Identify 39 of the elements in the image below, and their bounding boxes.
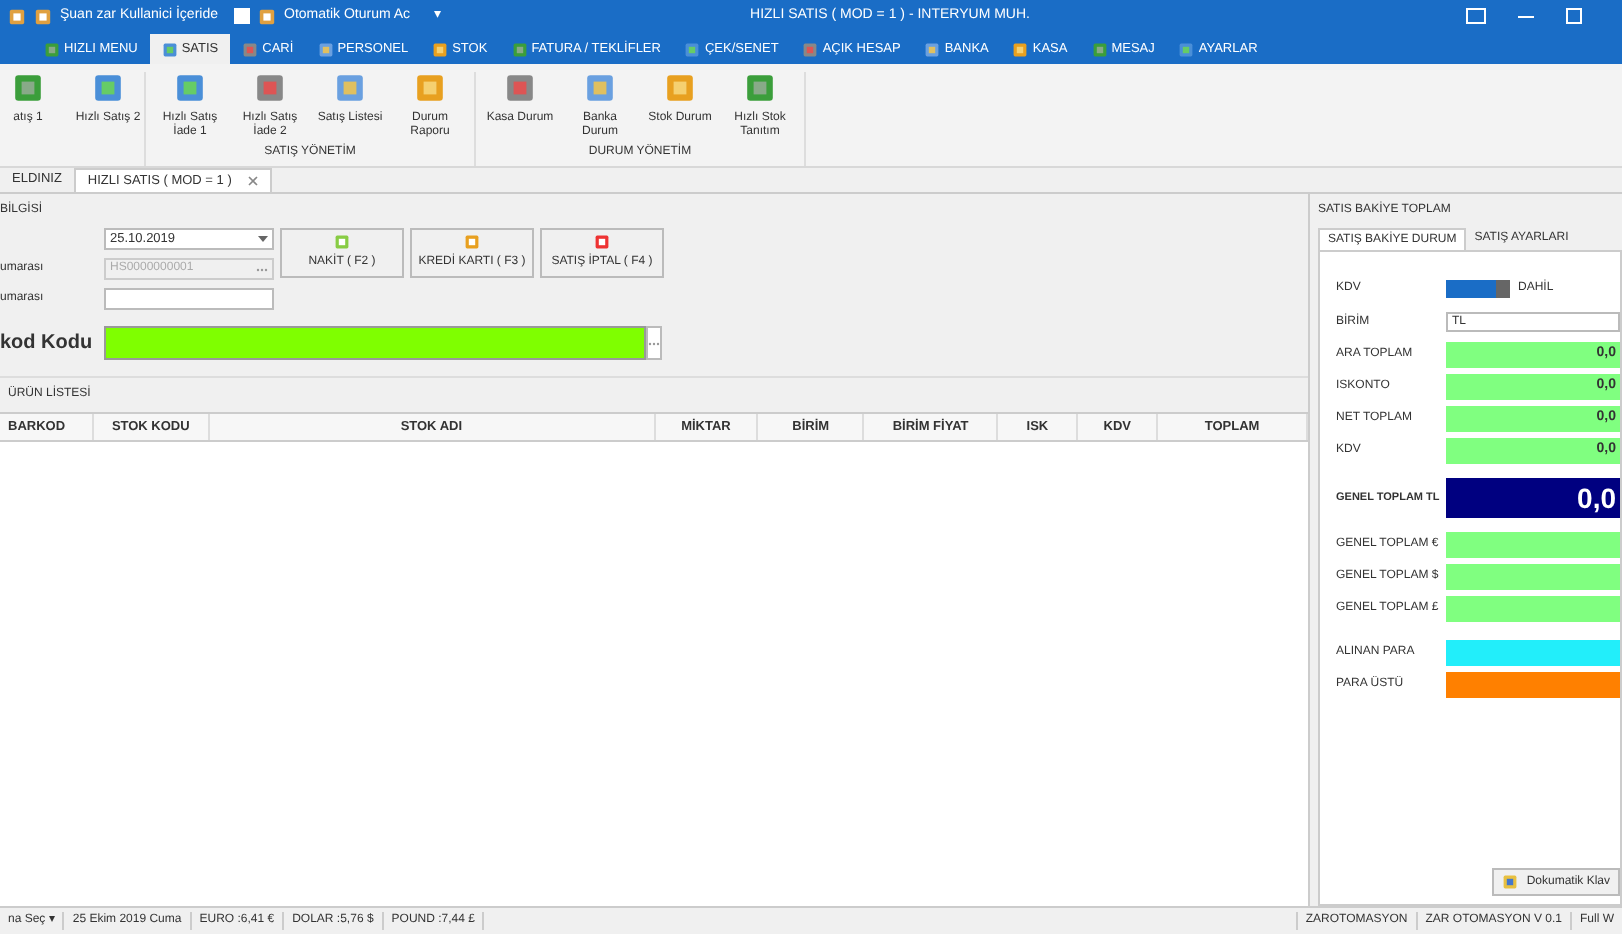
barcode-field[interactable]: [104, 326, 646, 360]
ribbon-icon: [414, 72, 446, 104]
menu-icon: [802, 41, 819, 57]
ribbon-icon: [254, 72, 286, 104]
menu-icon: [242, 41, 259, 57]
ribbon-icon: [584, 72, 616, 104]
action-icon: [334, 234, 350, 250]
close-icon[interactable]: [247, 176, 258, 186]
maximize-button[interactable]: [1566, 8, 1582, 24]
ribbon-icon: [334, 72, 366, 104]
menu-icon: [511, 41, 528, 57]
restore-button[interactable]: [1466, 8, 1486, 24]
menu-icon: [317, 41, 334, 57]
keyboard-icon: [1502, 874, 1519, 890]
dropdown-icon[interactable]: [258, 236, 268, 242]
menu-icon: [432, 41, 449, 57]
ribbon-icon: [744, 72, 776, 104]
ribbon-icon: [174, 72, 206, 104]
action-icon: [464, 234, 480, 250]
barcode-label: kod Kodu: [0, 330, 95, 358]
menu-icon: [684, 41, 701, 57]
menu-icon: [924, 41, 941, 57]
total-field: 0,0: [1446, 478, 1620, 518]
ribbon-icon: [504, 72, 536, 104]
ribbon-icon: [92, 72, 124, 104]
menu-icon: [161, 41, 178, 57]
minimize-button[interactable]: [1518, 15, 1534, 17]
checkbox[interactable]: [234, 8, 250, 24]
ribbon-icon: [12, 72, 44, 104]
menu-icon: [1091, 41, 1108, 57]
ellipsis-button[interactable]: [646, 326, 662, 360]
menu-icon: [1178, 41, 1195, 57]
menu-icon: [1012, 41, 1029, 57]
ribbon-icon: [664, 72, 696, 104]
user-icon: [258, 7, 276, 25]
input-field[interactable]: [104, 288, 274, 310]
action-icon: [594, 234, 610, 250]
menu-icon: [44, 41, 60, 57]
toggle-switch[interactable]: [1446, 279, 1510, 297]
